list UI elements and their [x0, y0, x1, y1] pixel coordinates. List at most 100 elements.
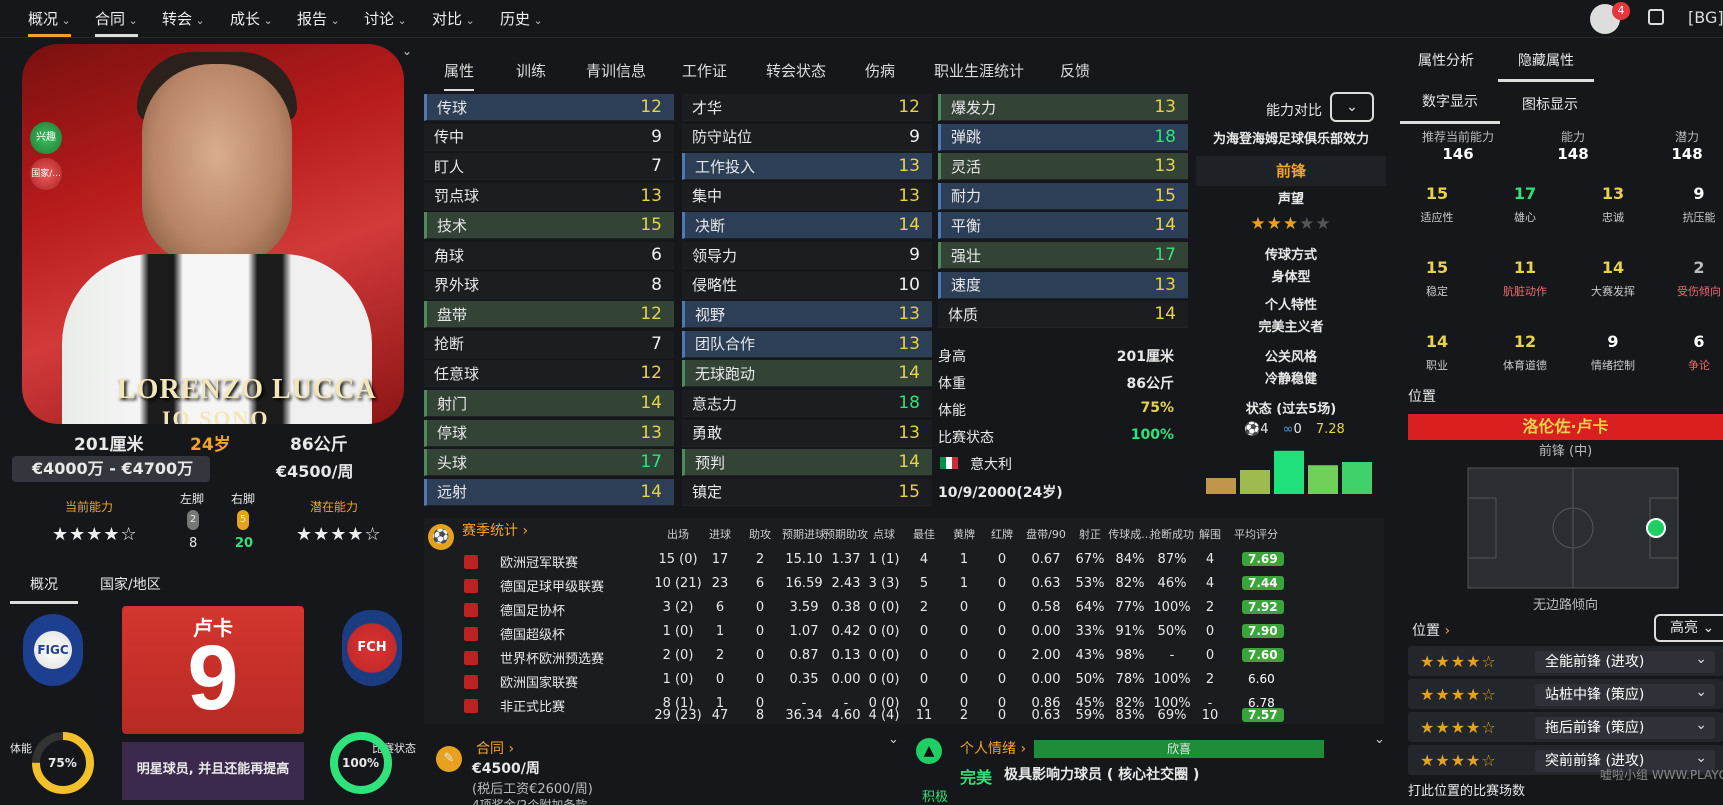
nav-overview[interactable]: 概况 — [28, 8, 71, 37]
season-header[interactable]: 助攻 — [736, 526, 784, 542]
role-dropdown[interactable]: 拖后前锋 (策应) — [1535, 714, 1715, 739]
contract-expand-icon[interactable]: ⌄ — [888, 732, 899, 747]
tab-youth[interactable]: 青训信息 — [586, 60, 646, 81]
attribute-row[interactable]: 领导力 9 — [682, 242, 932, 269]
season-row[interactable]: 欧洲国家联赛 1 (0) 0 0 0.35 0.00 0 (0) 0 0 0 0.00 50% 78% 1… — [424, 672, 1364, 696]
attribute-row[interactable]: 无球跑动 14 — [682, 360, 932, 388]
attribute-row[interactable]: 速度 13 — [938, 271, 1188, 299]
competition-name[interactable]: 世界杯欧洲预选赛 — [500, 648, 604, 667]
attribute-row[interactable]: 爆发力 13 — [938, 94, 1188, 121]
attribute-row[interactable]: 灵活 13 — [938, 153, 1188, 181]
tab-work-permit[interactable]: 工作证 — [682, 60, 727, 81]
mood-title[interactable]: 个人情绪 › — [960, 738, 1026, 758]
season-header[interactable]: 出场 — [654, 526, 702, 542]
role-row[interactable]: ★★★★☆ 全能前锋 (进攻) — [1408, 646, 1723, 676]
positions-section[interactable]: 位置 › — [1412, 620, 1450, 640]
role-row[interactable]: ★★★★☆ 拖后前锋 (策应) — [1408, 712, 1723, 742]
right-subtab-icons[interactable]: 图标显示 — [1522, 94, 1578, 114]
attribute-row[interactable]: 意志力 18 — [682, 390, 932, 417]
competition-name[interactable]: 德国足球甲级联赛 — [500, 576, 604, 595]
attribute-row[interactable]: 盯人 7 — [424, 153, 674, 181]
attribute-row[interactable]: 弹跳 18 — [938, 123, 1188, 151]
season-header[interactable]: 红牌 — [978, 526, 1026, 542]
attribute-row[interactable]: 技术 15 — [424, 212, 674, 240]
season-row[interactable]: 欧洲冠军联赛 15 (0) 17 2 15.10 1.37 1 (1) 4 1 0 0.67 67% 8… — [424, 552, 1364, 576]
tab-injury[interactable]: 伤病 — [865, 60, 895, 81]
attribute-row[interactable]: 防守站位 9 — [682, 123, 932, 151]
attribute-row[interactable]: 侵略性 10 — [682, 271, 932, 299]
nav-contract[interactable]: 合同 — [95, 8, 138, 37]
attribute-row[interactable]: 才华 12 — [682, 94, 932, 121]
competition-name[interactable]: 欧洲国家联赛 — [500, 672, 578, 691]
competition-name[interactable]: 德国足协杯 — [500, 600, 565, 619]
attribute-row[interactable]: 盘带 12 — [424, 301, 674, 329]
nav-growth[interactable]: 成长 — [230, 8, 273, 29]
nav-discussion[interactable]: 讨论 — [364, 8, 407, 29]
nation-badge[interactable]: 国家/... — [30, 158, 62, 190]
attribute-row[interactable]: 传球 12 — [424, 94, 674, 121]
attribute-row[interactable]: 强壮 17 — [938, 242, 1188, 269]
attribute-row[interactable]: 罚点球 13 — [424, 182, 674, 210]
mood-expand-icon[interactable]: ⌄ — [1374, 732, 1385, 747]
attribute-row[interactable]: 决断 14 — [682, 212, 932, 240]
compare-dropdown[interactable]: ⌄ — [1330, 92, 1374, 122]
attribute-row[interactable]: 耐力 15 — [938, 182, 1188, 210]
role-dropdown[interactable]: 站桩中锋 (策应) — [1535, 681, 1715, 706]
attribute-row[interactable]: 镇定 15 — [682, 478, 932, 506]
subtab-overview[interactable]: 概况 — [10, 572, 78, 604]
role-dropdown[interactable]: 全能前锋 (进攻) — [1535, 648, 1715, 673]
nav-compare[interactable]: 对比 — [432, 8, 475, 29]
tab-career-stats[interactable]: 职业生涯统计 — [934, 60, 1024, 81]
bg-icon[interactable]: [BG] — [1688, 8, 1723, 27]
collapse-chevron-icon[interactable]: ⌄ — [402, 44, 412, 58]
attribute-row[interactable]: 工作投入 13 — [682, 153, 932, 181]
competition-name[interactable]: 德国超级杯 — [500, 624, 565, 643]
highlight-dropdown[interactable]: 高亮 ⌄ — [1654, 614, 1723, 642]
attribute-row[interactable]: 任意球 12 — [424, 360, 674, 388]
season-row[interactable]: 德国足协杯 3 (2) 6 0 3.59 0.38 0 (0) 2 0 0 0.58 64% 77% 10… — [424, 600, 1364, 624]
attribute-row[interactable]: 停球 13 — [424, 419, 674, 447]
attribute-row[interactable]: 集中 13 — [682, 182, 932, 210]
season-header[interactable]: 预期进球 — [780, 526, 828, 542]
season-row[interactable]: 德国超级杯 1 (0) 1 0 1.07 0.42 0 (0) 0 0 0 0.00 33% 91% 50… — [424, 624, 1364, 648]
tab-transfer-status[interactable]: 转会状态 — [766, 60, 826, 81]
nav-report[interactable]: 报告 — [297, 8, 340, 29]
season-header[interactable]: 平均评分 — [1232, 526, 1280, 542]
attribute-row[interactable]: 团队合作 13 — [682, 330, 932, 358]
tab-feedback[interactable]: 反馈 — [1060, 60, 1090, 81]
attribute-row[interactable]: 界外球 8 — [424, 271, 674, 299]
right-tab-hidden[interactable]: 隐藏属性 — [1498, 50, 1594, 82]
subtab-nation[interactable]: 国家/地区 — [100, 574, 161, 594]
contract-title[interactable]: 合同 › — [476, 738, 514, 758]
attribute-row[interactable]: 预判 14 — [682, 449, 932, 477]
attribute-row[interactable]: 勇敢 13 — [682, 419, 932, 447]
season-row[interactable]: 德国足球甲级联赛 10 (21) 23 6 16.59 2.43 3 (3) 5 1 0 0.63 5… — [424, 576, 1364, 600]
attribute-row[interactable]: 抢断 7 — [424, 330, 674, 358]
club-badge[interactable]: FCH — [342, 610, 402, 686]
season-row[interactable]: 世界杯欧洲预选赛 2 (0) 2 0 0.87 0.13 0 (0) 0 0 0 2.00 43% 98… — [424, 648, 1364, 672]
attribute-row[interactable]: 角球 6 — [424, 242, 674, 269]
competition-name[interactable]: 欧洲冠军联赛 — [500, 552, 578, 571]
interest-badge[interactable]: 兴趣 — [30, 122, 62, 154]
role-row[interactable]: ★★★★☆ 站桩中锋 (策应) — [1408, 679, 1723, 709]
season-header[interactable]: 解围 — [1186, 526, 1234, 542]
attribute-row[interactable]: 传中 9 — [424, 123, 674, 151]
lock-icon[interactable] — [1648, 9, 1664, 25]
attribute-row[interactable]: 射门 14 — [424, 390, 674, 417]
nav-history[interactable]: 历史 — [500, 8, 543, 29]
right-subtab-numbers[interactable]: 数字显示 — [1400, 88, 1500, 124]
attribute-row[interactable]: 头球 17 — [424, 449, 674, 477]
tab-attributes[interactable]: 属性 — [444, 60, 475, 91]
attribute-row[interactable]: 远射 14 — [424, 478, 674, 506]
attribute-row[interactable]: 平衡 14 — [938, 212, 1188, 240]
right-tab-analysis[interactable]: 属性分析 — [1418, 50, 1474, 70]
season-header[interactable]: 传球成... — [1106, 526, 1154, 542]
attribute-row[interactable]: 视野 13 — [682, 301, 932, 329]
attribute-row[interactable]: 体质 14 — [938, 301, 1188, 329]
tab-training[interactable]: 训练 — [516, 60, 546, 81]
season-header[interactable]: 盘带/90 — [1022, 526, 1070, 542]
nav-transfer[interactable]: 转会 — [162, 8, 205, 29]
national-team-badge[interactable]: FIGC — [23, 614, 83, 686]
player-value[interactable]: €4000万 - €4700万 — [12, 456, 210, 482]
season-total-row[interactable]: 29 (23) 47 8 36.34 4.60 4 (4) 11 2 0 0.63 59% 83% 69… — [424, 708, 1364, 732]
